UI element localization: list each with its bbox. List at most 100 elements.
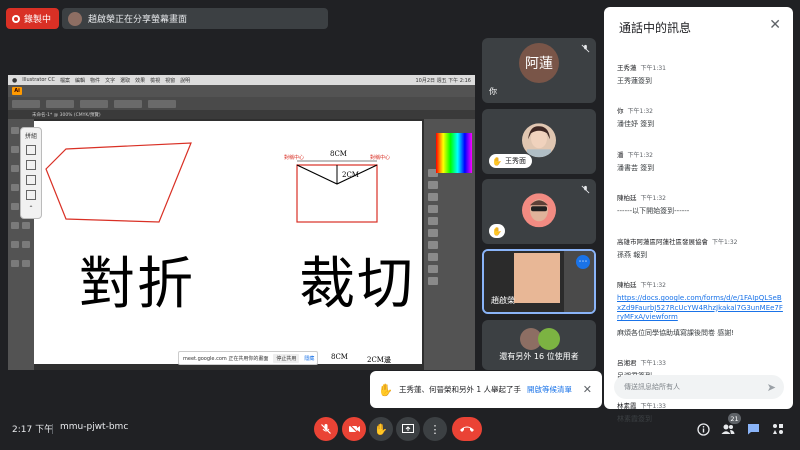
- participant-tile[interactable]: ✋ 王秀面: [482, 109, 596, 174]
- message-text: 潘佳妤 簽到: [617, 120, 655, 129]
- mic-off-icon: [581, 185, 590, 197]
- message-sender: 高雄市阿蓮區阿蓮社區發展協會: [617, 237, 708, 246]
- tool-icon: [22, 260, 30, 267]
- panel-icon: [428, 229, 438, 237]
- more-vert-icon: ⋮: [429, 422, 441, 436]
- recording-icon: [12, 14, 20, 23]
- message-text: 孫燕 報到: [617, 250, 648, 259]
- panel-icon: [428, 217, 438, 225]
- menubar-item: 物件: [90, 77, 101, 84]
- message-time: 下午1:33: [640, 359, 666, 367]
- raised-hand-icon: ✋: [378, 382, 393, 397]
- more-participants-tile[interactable]: 還有另外 16 位使用者: [482, 320, 596, 370]
- menubar-item: 檔案: [60, 77, 71, 84]
- heading-fold: 對折: [79, 252, 195, 317]
- participant-tile-you[interactable]: 阿蓮 你: [482, 38, 596, 103]
- message-text: 王秀蓮簽到: [617, 77, 652, 85]
- chat-message: 王秀蓮 下午1:31 王秀蓮簽到: [617, 55, 783, 86]
- tool-icon: [22, 222, 30, 229]
- close-icon[interactable]: ✕: [769, 17, 781, 33]
- illustrator-control-bar: [8, 97, 475, 110]
- participant-tile[interactable]: ✋: [482, 179, 596, 244]
- camera-toggle-button[interactable]: [342, 417, 366, 441]
- chat-icon[interactable]: [743, 419, 763, 439]
- toast-text: 王秀蓮、何晉榮和另外 1 人舉起了手: [398, 385, 521, 394]
- meeting-details-icon[interactable]: [693, 419, 713, 439]
- menubar-item: 選取: [120, 77, 131, 84]
- message-time: 下午1:32: [627, 151, 653, 159]
- current-time: 2:17 下午: [12, 425, 54, 435]
- avatar: [522, 122, 556, 157]
- mic-off-icon: [581, 44, 590, 56]
- heading-cut: 裁切: [299, 252, 415, 317]
- raise-hand-icon: ✋: [374, 422, 388, 436]
- message-time: 下午1:32: [712, 238, 738, 246]
- chrome-share-notice: meet.google.com 正在共用你的畫面 停止共用 隱藏: [178, 351, 318, 365]
- message-sender: 潘: [617, 150, 624, 159]
- shared-screen: ● Illustrator CC 檔案 編輯 物件 文字 選取 效果 檢視 視窗…: [8, 75, 475, 370]
- panel-icon: [428, 265, 438, 273]
- tool-icon: [11, 222, 19, 229]
- chat-message: 陳柏廷 下午1:32 ------以下開始簽到------: [617, 185, 783, 216]
- message-link[interactable]: https://docs.google.com/forms/d/e/1FAIpQ…: [617, 294, 783, 322]
- tool-icon: [11, 203, 19, 210]
- recording-label: 錄製中: [24, 15, 52, 25]
- message-sender: 林素霞: [617, 402, 637, 411]
- participant-tile-presenter[interactable]: ⋯ 趙啟榮: [482, 249, 596, 314]
- open-queue-button[interactable]: 開啟等候清單: [527, 384, 572, 395]
- tool-icon: [11, 165, 19, 172]
- tool-icon: [11, 184, 19, 191]
- tool-icon: [22, 241, 30, 248]
- chat-panel: 通話中的訊息 ✕ 王秀蓮 下午1:31 王秀蓮簽到 你下午1:32 潘佳妤 簽到 …: [604, 7, 793, 423]
- activities-icon[interactable]: [768, 419, 788, 439]
- chevron-up-icon: ⌃: [28, 205, 34, 212]
- people-count-badge: 21: [728, 413, 741, 424]
- brush-icon: [26, 145, 36, 155]
- screen-share-banner: 趙啟榮正在分享螢幕畫面: [62, 8, 328, 29]
- message-sender: 呂湘君: [617, 358, 637, 367]
- more-options-button[interactable]: ⋮: [423, 417, 447, 441]
- control-field: [80, 99, 108, 108]
- panel-icon: [428, 253, 438, 261]
- presenter-avatar: [68, 11, 82, 26]
- recording-badge[interactable]: 錄製中: [6, 8, 60, 29]
- raised-hand-icon: ✋: [492, 226, 502, 236]
- raised-hands-toast: ✋ 王秀蓮、何晉榮和另外 1 人舉起了手 開啟等候清單 ✕: [370, 371, 602, 408]
- mic-toggle-button[interactable]: [314, 417, 338, 441]
- more-options-button[interactable]: ⋯: [576, 255, 590, 269]
- menubar-clock: 10月2日 週五 下午 2:16: [415, 77, 471, 84]
- divider: [52, 424, 53, 434]
- chat-input[interactable]: 傳送訊息給所有人 ➤: [614, 375, 784, 399]
- color-picker: [436, 133, 472, 173]
- dimension-label-8cm-bottom: 8CM: [331, 353, 348, 361]
- chat-title: 通話中的訊息: [619, 21, 692, 35]
- menubar-item: 說明: [180, 77, 191, 84]
- document-tab: 未命名-1* @ 300% (CMYK/預覽): [8, 110, 475, 119]
- raise-hand-button[interactable]: ✋: [369, 417, 393, 441]
- close-icon[interactable]: ✕: [583, 383, 592, 396]
- message-time: 下午1:32: [627, 108, 653, 116]
- hang-up-icon: [460, 426, 474, 432]
- panel-icon: [428, 205, 438, 213]
- avatar: [538, 328, 560, 350]
- chat-message: 陳柏廷 下午1:32 https://docs.google.com/forms/…: [617, 272, 783, 322]
- tool-icon: [11, 260, 19, 267]
- send-icon[interactable]: ➤: [767, 381, 776, 394]
- share-notice-text: meet.google.com 正在共用你的畫面: [183, 355, 269, 362]
- participant-name: 你: [489, 87, 497, 96]
- leave-call-button[interactable]: [452, 417, 482, 441]
- apple-icon: ●: [12, 76, 18, 84]
- image-icon: [26, 160, 36, 170]
- present-now-button[interactable]: [396, 417, 420, 441]
- meeting-code: mmu-pjwt-bmc: [60, 422, 129, 432]
- participant-name: 王秀面: [504, 157, 526, 165]
- present-screen-icon: [402, 423, 414, 433]
- message-text: 潘書芸 簽到: [617, 163, 655, 172]
- message-sender: 陳柏廷: [617, 194, 637, 203]
- avatar: 阿蓮: [519, 43, 559, 84]
- hide-notice-button: 隱藏: [304, 355, 315, 362]
- message-sender: 陳柏廷: [617, 281, 637, 290]
- chat-message: 麻煩各位同學協助填寫課後問卷 感謝!: [617, 329, 783, 338]
- illustrator-app-bar: Ai: [8, 85, 475, 97]
- folded-shape: [45, 142, 192, 223]
